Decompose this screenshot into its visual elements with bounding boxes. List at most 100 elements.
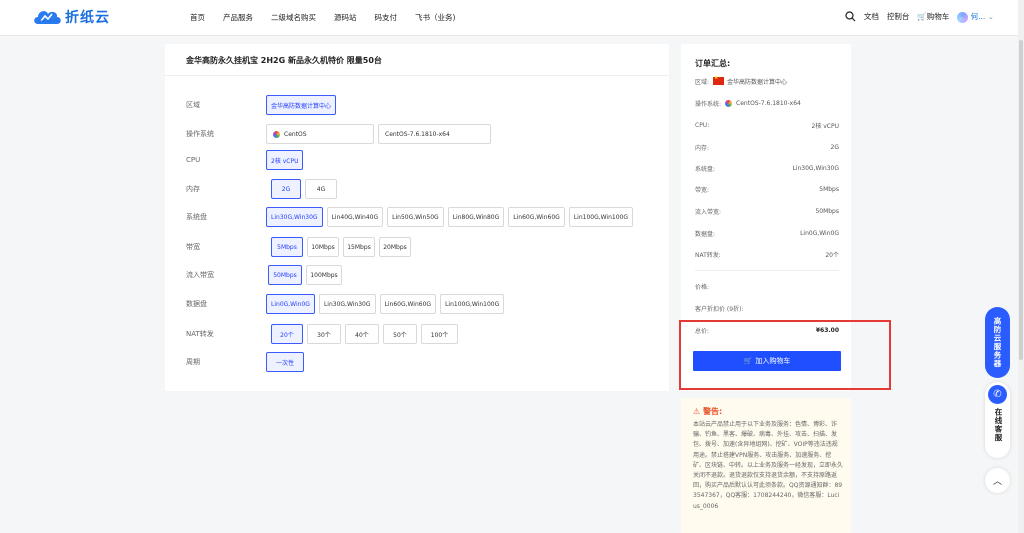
option-button[interactable]: 5Mbps (271, 237, 303, 257)
option-group: 2G 4G (271, 179, 341, 199)
option-button[interactable]: 100个 (421, 324, 458, 344)
summary-row-region: 区域: 金华高防数据计算中心 (695, 75, 839, 87)
avatar (957, 11, 969, 23)
cloud-logo-icon (34, 11, 61, 24)
summary-value: 2核 vCPU (811, 122, 839, 130)
option-button[interactable]: 100Mbps (306, 265, 342, 285)
option-button[interactable]: 4G (305, 179, 337, 199)
summary-row: 流入带宽: 50Mbps (695, 205, 839, 217)
nav-item-codepay[interactable]: 码支付 (375, 12, 398, 23)
phone-icon: ✆ (988, 385, 1007, 404)
option-button[interactable]: 一次性 (266, 352, 304, 372)
online-support-label: 在线客服 (994, 408, 1003, 442)
docs-link[interactable]: 文档 (864, 11, 879, 22)
option-button[interactable]: 金华高防数据计算中心 (266, 95, 337, 115)
summary-key: 流入带宽: (695, 208, 722, 216)
option-button[interactable]: Lin50G,Win50G (387, 207, 444, 227)
row-label: 流入带宽 (186, 271, 214, 279)
row-label: 系统盘 (186, 213, 207, 221)
nav-item-home[interactable]: 首页 (190, 12, 205, 23)
option-button[interactable]: Lin40G,Win40G (326, 207, 384, 227)
price-label: 价格: (695, 283, 710, 291)
site-logo[interactable]: 折纸云 (32, 7, 110, 27)
scrollbar-thumb[interactable] (1019, 40, 1023, 360)
divider (695, 270, 839, 271)
summary-row: 内存: 2G (695, 141, 839, 153)
option-button[interactable]: 20Mbps (379, 237, 411, 257)
summary-key: CPU: (695, 121, 710, 129)
search-icon[interactable] (845, 11, 856, 22)
os-version-select[interactable]: CentOS-7.6.1810-x64 (378, 124, 491, 144)
order-summary-title: 订单汇总: (695, 59, 731, 68)
option-group: 50Mbps 100Mbps (268, 265, 346, 285)
nav-item-feishu[interactable]: 飞书（业务) (415, 12, 455, 23)
option-button[interactable]: 2G (271, 179, 301, 199)
option-button[interactable]: Lin100G,Win100G (440, 294, 505, 314)
nav-item-products[interactable]: 产品服务 (223, 12, 253, 23)
summary-row: 系统盘: Lin30G,Win30G (695, 162, 839, 174)
summary-key: 内存: (695, 144, 710, 152)
floating-service-button[interactable]: 高防云服务器 (985, 307, 1010, 378)
option-button[interactable]: Lin0G,Win0G (266, 294, 315, 314)
summary-value: 2G (830, 143, 839, 151)
centos-icon (273, 130, 280, 138)
highlight-box (679, 320, 891, 390)
top-header: 折纸云 ZHE ZHI YUN 首页 产品服务 二级域名购买 源码站 码支付 飞… (0, 0, 1024, 36)
price-row: 价格: (695, 280, 839, 292)
option-button[interactable]: 40个 (345, 324, 379, 344)
summary-row: CPU: 2核 vCPU (695, 119, 839, 131)
online-support-button[interactable]: ✆ 在线客服 (985, 382, 1010, 458)
option-button[interactable]: Lin30G,Win30G (266, 207, 323, 227)
console-link[interactable]: 控制台 (887, 11, 910, 22)
warning-text: 本站云产品禁止用于以下业务及服务：色情、博彩、诈骗、钓鱼、黑客、爆破、病毒、外挂… (693, 421, 844, 510)
option-button[interactable]: Lin60G,Win60G (508, 207, 565, 227)
warning-icon: ⚠ (693, 407, 701, 416)
centos-icon (725, 99, 733, 107)
summary-row-os: 操作系统: CentOS-7.6.1810-x64 (695, 97, 839, 109)
option-button[interactable]: 20个 (271, 324, 303, 344)
divider (165, 75, 669, 76)
option-group: CentOS CentOS-7.6.1810-x64 (266, 124, 495, 144)
chevron-down-icon: ⌄ (987, 12, 994, 21)
option-button[interactable]: 15Mbps (343, 237, 375, 257)
option-button[interactable]: Lin30G,Win30G (318, 294, 376, 314)
option-button[interactable]: Lin100G,Win100G (568, 207, 634, 227)
logo-subtitle: ZHE ZHI YUN (40, 19, 60, 23)
summary-value: CentOS-7.6.1810-x64 (736, 99, 801, 107)
summary-key: 系统盘: (695, 165, 716, 173)
summary-value: Lin0G,Win0G (800, 229, 839, 237)
row-label: 区域 (186, 101, 200, 109)
row-label: 数据盘 (186, 300, 207, 308)
cart-link[interactable]: 🛒购物车 (917, 11, 949, 22)
header-actions: 文档 控制台 🛒购物车 何... ⌄ (837, 11, 994, 23)
summary-value: 50Mbps (815, 207, 839, 215)
user-name: 何... (970, 12, 986, 21)
user-menu[interactable]: 何... ⌄ (957, 11, 994, 23)
option-button[interactable]: Lin60G,Win60G (379, 294, 437, 314)
nav-item-source[interactable]: 源码站 (334, 12, 357, 23)
summary-key: 区域: (695, 78, 710, 86)
option-button[interactable]: Lin80G,Win80G (447, 207, 505, 227)
option-button[interactable]: 2核 vCPU (266, 150, 304, 170)
summary-value: 20个 (825, 251, 839, 259)
option-group: 一次性 (266, 352, 308, 372)
os-select-value: CentOS (284, 130, 307, 138)
summary-row: NAT转发: 20个 (695, 248, 839, 260)
chevron-up-icon: ︿ (992, 477, 1002, 487)
row-label: 周期 (186, 358, 200, 366)
summary-value: 5Mbps (819, 185, 839, 193)
logo-text: 折纸云 (65, 10, 110, 26)
back-to-top-button[interactable]: ︿ (985, 468, 1010, 493)
row-label: 操作系统 (186, 130, 214, 138)
row-label: CPU (186, 156, 201, 164)
summary-value: Lin30G,Win30G (792, 164, 839, 172)
summary-row: 数据盘: Lin0G,Win0G (695, 227, 839, 239)
os-select[interactable]: CentOS (266, 124, 374, 144)
warning-title-label: 警告: (702, 407, 723, 416)
option-button[interactable]: 50个 (383, 324, 417, 344)
option-button[interactable]: 10Mbps (307, 237, 339, 257)
option-button[interactable]: 50Mbps (268, 265, 302, 285)
row-label: NAT转发 (186, 330, 214, 338)
option-button[interactable]: 30个 (307, 324, 341, 344)
nav-item-subdomain[interactable]: 二级域名购买 (271, 12, 316, 23)
